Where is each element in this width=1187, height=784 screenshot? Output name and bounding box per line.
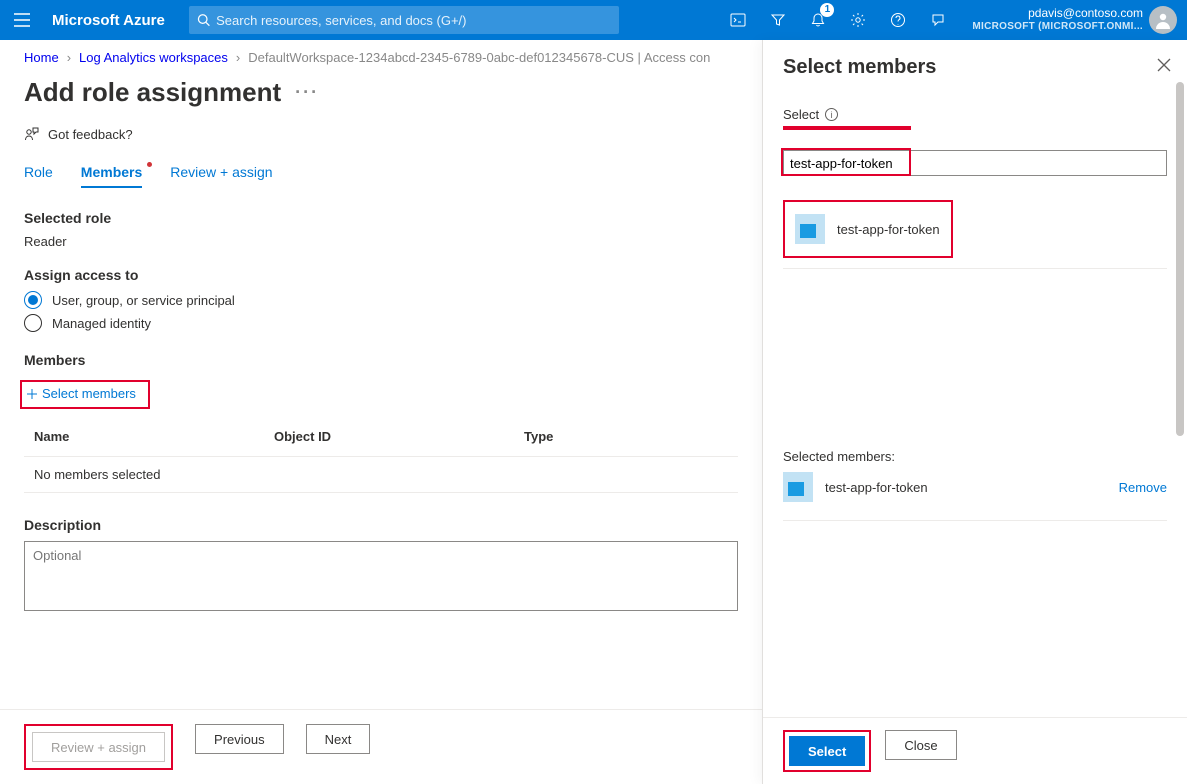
close-button[interactable]: [1157, 58, 1171, 72]
feedback-button[interactable]: [918, 0, 958, 40]
feedback-link[interactable]: Got feedback?: [24, 126, 738, 142]
annotation-result: test-app-for-token: [783, 200, 953, 258]
radio-managed-identity[interactable]: Managed identity: [24, 314, 738, 332]
review-assign-button[interactable]: Review + assign: [32, 732, 165, 762]
person-icon: [1153, 10, 1173, 30]
description-input[interactable]: [24, 541, 738, 611]
radio-icon: [24, 314, 42, 332]
account-directory: MICROSOFT (MICROSOFT.ONMI...: [972, 20, 1143, 34]
radio-user-group-sp[interactable]: User, group, or service principal: [24, 291, 738, 309]
select-members-panel: Select members Select i test-app-for-tok…: [762, 40, 1187, 784]
selected-member-name: test-app-for-token: [825, 480, 928, 495]
more-actions-button[interactable]: ···: [295, 82, 319, 103]
remove-member-link[interactable]: Remove: [1119, 480, 1167, 495]
annotation-review-assign: Review + assign: [24, 724, 173, 770]
close-icon: [1157, 58, 1171, 72]
selected-members-label: Selected members:: [783, 449, 1167, 464]
brand[interactable]: Microsoft Azure: [44, 12, 189, 29]
footer-bar: Review + assign Previous Next: [0, 709, 762, 784]
person-feedback-icon: [24, 126, 40, 142]
members-label: Members: [24, 352, 738, 368]
tabs: Role Members Review + assign: [24, 164, 738, 188]
close-panel-button[interactable]: Close: [885, 730, 956, 760]
app-icon: [795, 214, 825, 244]
app-icon: [783, 472, 813, 502]
selected-role-value: Reader: [24, 234, 738, 249]
cloud-shell-button[interactable]: [718, 0, 758, 40]
result-name: test-app-for-token: [837, 222, 940, 237]
feedback-icon: [930, 12, 946, 28]
selected-role-label: Selected role: [24, 210, 738, 226]
notifications-button[interactable]: 1: [798, 0, 838, 40]
assign-access-radio-group: User, group, or service principal Manage…: [24, 291, 738, 332]
cloud-shell-icon: [730, 13, 746, 27]
search-result-item[interactable]: test-app-for-token: [789, 206, 947, 252]
breadcrumb-workspaces[interactable]: Log Analytics workspaces: [79, 50, 228, 65]
annotation-select-members: Select members: [20, 380, 150, 409]
next-button[interactable]: Next: [306, 724, 371, 754]
assign-access-label: Assign access to: [24, 267, 738, 283]
select-members-link[interactable]: Select members: [26, 386, 136, 401]
settings-button[interactable]: [838, 0, 878, 40]
hamburger-icon: [14, 13, 30, 27]
chevron-right-icon: ›: [67, 50, 71, 65]
search-icon: [197, 13, 210, 27]
breadcrumb: Home › Log Analytics workspaces › Defaul…: [24, 50, 738, 65]
breadcrumb-current: DefaultWorkspace-1234abcd-2345-6789-0abc…: [248, 50, 710, 65]
chevron-right-icon: ›: [236, 50, 240, 65]
main-content: Home › Log Analytics workspaces › Defaul…: [0, 40, 762, 784]
directory-filter-button[interactable]: [758, 0, 798, 40]
member-search-input[interactable]: [783, 150, 1167, 176]
account-email: pdavis@contoso.com: [972, 6, 1143, 20]
hamburger-menu[interactable]: [0, 0, 44, 40]
radio-icon: [24, 291, 42, 309]
annotation-filter: [783, 126, 911, 130]
scrollbar-thumb[interactable]: [1176, 82, 1184, 436]
search-input[interactable]: [216, 13, 611, 28]
panel-scrollbar[interactable]: [1175, 82, 1185, 726]
info-icon[interactable]: i: [825, 108, 838, 121]
members-table-empty: No members selected: [24, 457, 738, 493]
panel-title: Select members: [783, 56, 1167, 79]
tab-review-assign[interactable]: Review + assign: [170, 164, 272, 188]
avatar[interactable]: [1149, 6, 1177, 34]
breadcrumb-home[interactable]: Home: [24, 50, 59, 65]
tab-role[interactable]: Role: [24, 164, 53, 188]
filter-label: Select i: [783, 107, 1167, 122]
help-button[interactable]: [878, 0, 918, 40]
account-info[interactable]: pdavis@contoso.com MICROSOFT (MICROSOFT.…: [958, 6, 1149, 34]
members-table-header: Name Object ID Type: [24, 419, 738, 454]
panel-footer: Select Close: [763, 717, 1187, 784]
previous-button[interactable]: Previous: [195, 724, 284, 754]
search-box[interactable]: [189, 6, 619, 34]
help-icon: [890, 12, 906, 28]
attention-dot-icon: [147, 162, 152, 167]
topbar: Microsoft Azure 1 pdavis@contoso.com MIC…: [0, 0, 1187, 40]
page-title: Add role assignment ···: [24, 77, 738, 108]
col-object-id: Object ID: [274, 429, 524, 444]
selected-member-row: test-app-for-token Remove: [783, 464, 1167, 510]
select-button[interactable]: Select: [789, 736, 865, 766]
annotation-select-button: Select: [783, 730, 871, 772]
notification-badge: 1: [820, 3, 834, 17]
tab-members[interactable]: Members: [81, 164, 142, 188]
filter-icon: [770, 12, 786, 28]
col-type: Type: [524, 429, 728, 444]
col-name: Name: [34, 429, 274, 444]
plus-icon: [26, 388, 38, 400]
gear-icon: [850, 12, 866, 28]
description-label: Description: [24, 517, 738, 533]
